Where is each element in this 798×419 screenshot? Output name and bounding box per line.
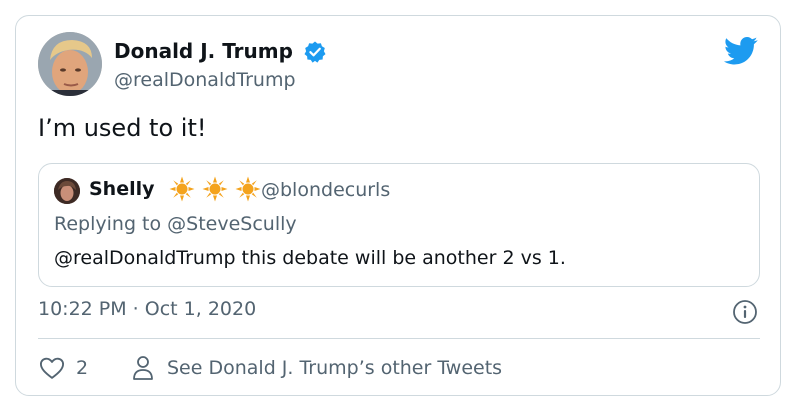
quoted-author-name: Shelly xyxy=(89,178,155,200)
info-icon[interactable] xyxy=(732,299,758,325)
sun-emoji-icon xyxy=(169,176,195,202)
see-other-tweets-link[interactable]: See Donald J. Trump’s other Tweets xyxy=(131,354,502,384)
quoted-author-handle: @blondecurls xyxy=(261,179,391,201)
avatar-photo xyxy=(38,32,102,96)
sun-emoji-icon xyxy=(235,176,261,202)
verified-badge-icon xyxy=(304,41,326,63)
person-icon xyxy=(133,356,153,380)
tweet-timestamp[interactable]: 10:22 PM · Oct 1, 2020 xyxy=(38,298,256,320)
author-name[interactable]: Donald J. Trump xyxy=(114,39,293,63)
quoted-tweet-text: @realDonaldTrump this debate will be ano… xyxy=(54,247,566,269)
twitter-bird-icon[interactable] xyxy=(724,36,758,66)
author-avatar[interactable] xyxy=(38,32,102,96)
replying-to-handle[interactable]: @SteveScully xyxy=(167,213,296,235)
quoted-tweet[interactable]: Shelly @blondecurls Replying to @SteveSc… xyxy=(38,163,760,287)
sun-emoji-icon xyxy=(202,176,228,202)
tweet-text: I’m used to it! xyxy=(38,114,207,142)
replying-to-prefix: Replying to xyxy=(54,213,168,235)
heart-icon xyxy=(39,357,65,379)
replying-to-line: Replying to @SteveScully xyxy=(54,213,297,235)
like-count: 2 xyxy=(76,357,89,379)
author-handle[interactable]: @realDonaldTrump xyxy=(114,69,296,91)
see-other-tweets-label: See Donald J. Trump’s other Tweets xyxy=(167,357,503,379)
quoted-avatar-photo xyxy=(54,178,80,204)
sun-emoji-group xyxy=(169,176,263,202)
divider xyxy=(38,338,760,339)
tweet-card: Donald J. Trump @realDonaldTrump I’m use… xyxy=(15,15,781,396)
like-button[interactable]: 2 xyxy=(38,354,88,384)
quoted-author-avatar[interactable] xyxy=(54,178,80,204)
